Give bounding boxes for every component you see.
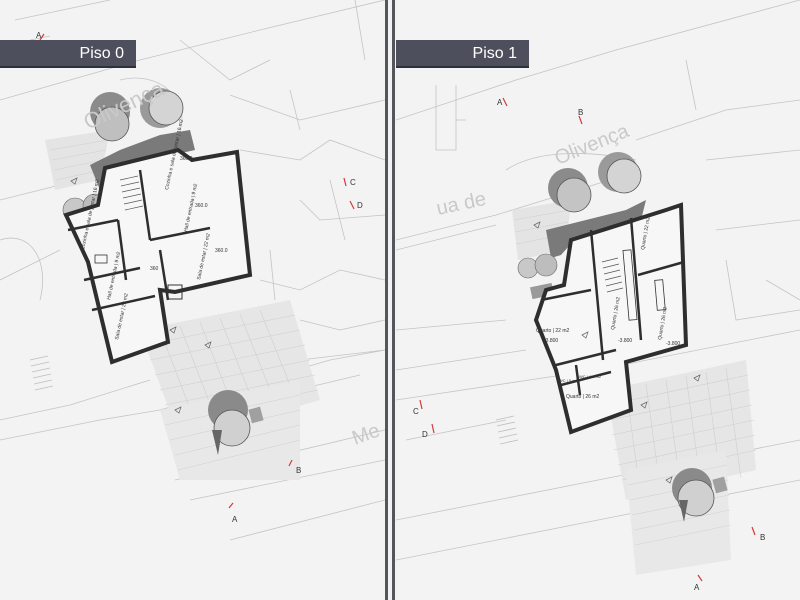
room-label: WC | 4.5 m2 (579, 374, 602, 379)
section-marker: A (497, 98, 503, 107)
section-marker: A (232, 515, 238, 524)
panel-divider (385, 0, 388, 600)
site-stairs (495, 415, 519, 445)
floor-title-tab: Piso 1 (396, 40, 529, 68)
section-marker: A (36, 31, 42, 40)
room-label: WC | 5 m2 (559, 378, 579, 383)
svg-text:-3.800: -3.800 (666, 341, 680, 347)
room-label: Quarto | 22 m2 (536, 328, 569, 334)
site-stairs (29, 355, 54, 391)
first-floor-plan: Quarto | 22 m2 Quarto | 26 m2 Quarto | 2… (396, 0, 800, 592)
floor-plan-panel-first: Quarto | 22 m2 Quarto | 26 m2 Quarto | 2… (396, 0, 800, 600)
floor-title-tab: Piso 0 (0, 40, 136, 68)
section-marker: B (578, 108, 583, 117)
floor-plan-panel-ground: Cozinha e sala de jantar | 16 m2 Cozinha… (0, 0, 385, 600)
section-marker: C (350, 178, 356, 187)
section-marker: B (296, 466, 301, 475)
svg-text:360.0: 360.0 (180, 156, 193, 162)
section-marker: D (357, 201, 363, 210)
street-name: ua de (434, 188, 488, 220)
street-name: Me (349, 420, 383, 450)
svg-text:-3.800: -3.800 (618, 338, 632, 344)
section-marker: A (694, 583, 700, 592)
section-marker: C (413, 407, 419, 416)
panel-divider (392, 0, 395, 600)
room-label: Quarto | 26 m2 (566, 394, 599, 400)
svg-text:-3.800: -3.800 (544, 338, 558, 344)
svg-text:360.0: 360.0 (195, 203, 208, 209)
svg-text:360: 360 (150, 266, 159, 272)
ground-floor-plan: Cozinha e sala de jantar | 16 m2 Cozinha… (0, 0, 385, 541)
svg-text:360.0: 360.0 (215, 248, 228, 254)
section-marker: B (760, 533, 765, 542)
section-marker: D (422, 430, 428, 439)
